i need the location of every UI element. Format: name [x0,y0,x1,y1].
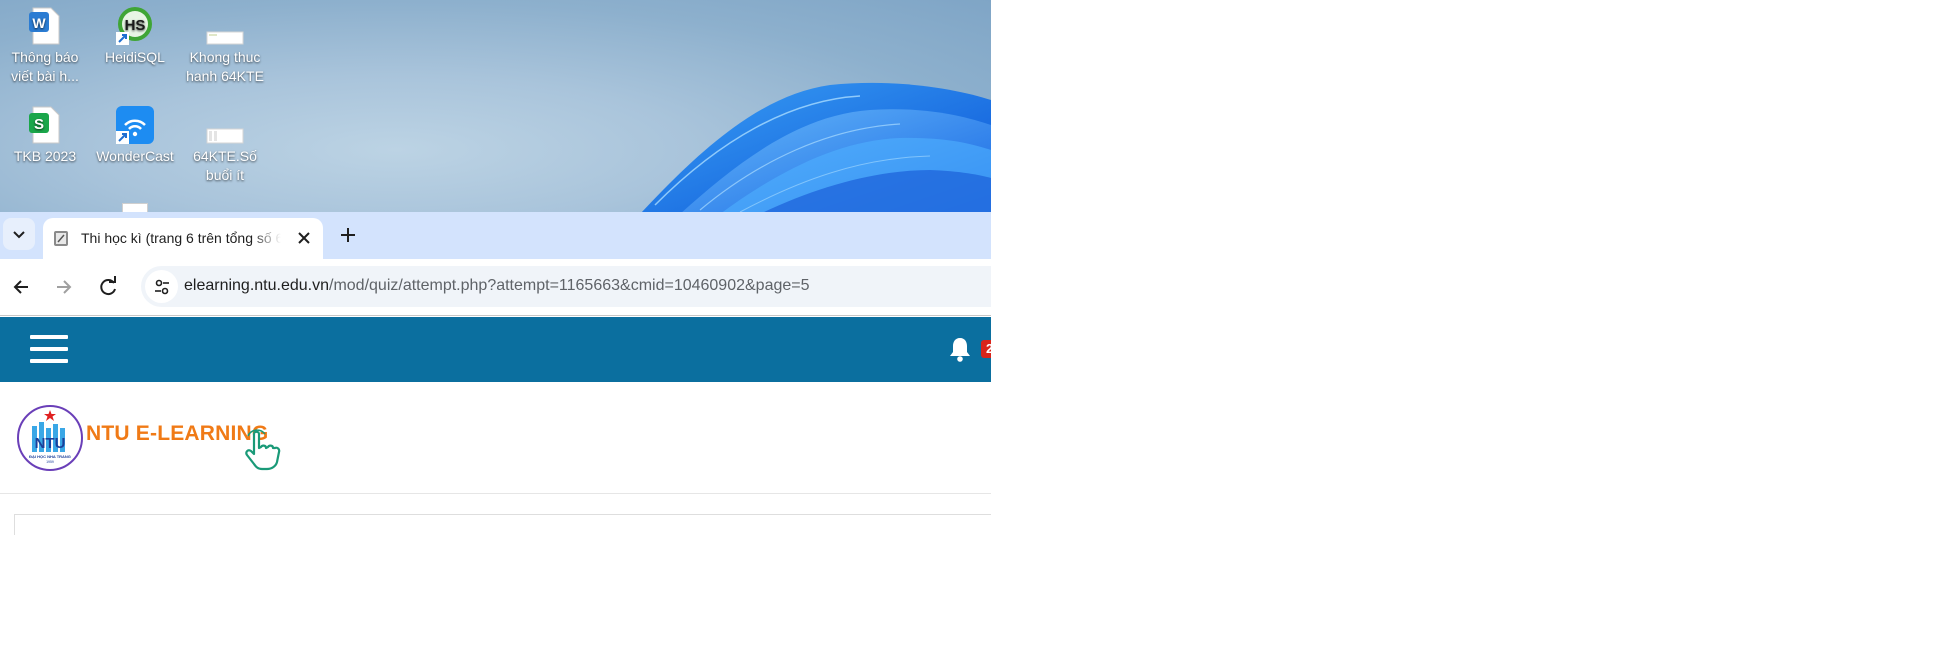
browser-toolbar: elearning.ntu.edu.vn/mod/quiz/attempt.ph… [0,259,991,315]
desktop-icon-label: HeidiSQL [105,49,165,65]
forward-arrow-icon[interactable] [50,273,78,301]
desktop-icon-tkb-2023[interactable]: S TKB 2023 [0,101,90,166]
bell-icon[interactable] [948,336,972,362]
desktop-icon-label: 64KTE.Số buổi ít [193,148,257,183]
spreadsheet-thumbnail-icon [205,105,245,145]
desktop-icon-khong-thuc-hanh[interactable]: Khong thuc hanh 64KTE [180,2,270,86]
logo-text: NTU [35,435,66,452]
desktop-background: W Thông báo viết bài h... HS HeidiSQL Kh… [0,0,991,214]
tab-search-button[interactable] [3,218,35,250]
wondercast-icon [115,105,155,145]
desktop-icon-heidisql[interactable]: HS HeidiSQL [90,2,180,67]
desktop-icon-label: WonderCast [96,148,174,164]
desktop-icon-wondercast[interactable]: WonderCast [90,101,180,166]
close-icon[interactable] [295,229,313,247]
svg-text:HS: HS [125,17,146,34]
tab-strip: Thi học kì (trang 6 trên tổng số 6) [0,212,991,259]
moodle-quiz-icon [54,231,68,246]
spreadsheet-s-icon: S [25,105,65,145]
desktop-icon-thong-bao[interactable]: W Thông báo viết bài h... [0,2,90,86]
tab-title: Thi học kì (trang 6 trên tổng số 6) [81,230,281,246]
tune-icon [154,279,169,294]
back-arrow-icon[interactable] [7,273,35,301]
spreadsheet-thumbnail-icon [205,6,245,46]
svg-text:S: S [34,116,44,133]
site-info-button[interactable] [145,270,178,303]
browser-window: Thi học kì (trang 6 trên tổng số 6) elea… [0,212,991,652]
logo-year: 1959 [46,460,54,464]
desktop-icon-label: Khong thuc hanh 64KTE [186,49,264,84]
reload-icon[interactable] [94,273,122,301]
tab-active[interactable]: Thi học kì (trang 6 trên tổng số 6) [43,218,323,259]
site-navbar: 2 [0,317,991,382]
new-tab-icon[interactable] [336,223,360,247]
heidisql-icon: HS [115,6,155,46]
url-path: /mod/quiz/attempt.php?attempt=1165663&cm… [329,277,810,294]
word-document-icon: W [25,6,65,46]
logo-subtext: ĐẠI HỌC NHA TRANG [29,454,71,459]
pointing-hand-icon [245,429,281,471]
url-host: elearning.ntu.edu.vn [184,277,329,294]
content-card [14,514,991,535]
notification-badge: 2 [981,340,991,358]
svg-text:W: W [32,15,46,31]
chevron-down-icon [13,231,25,239]
toolbar-divider [0,315,991,316]
address-bar[interactable]: elearning.ntu.edu.vn/mod/quiz/attempt.ph… [141,266,991,307]
url-text[interactable]: elearning.ntu.edu.vn/mod/quiz/attempt.ph… [184,277,810,295]
menu-icon[interactable] [30,335,68,365]
desktop-icon-label: Thông báo viết bài h... [11,49,79,84]
ntu-logo[interactable]: NTU ĐẠI HỌC NHA TRANG 1959 [16,404,84,472]
desktop-icon-label: TKB 2023 [13,148,77,164]
site-header: NTU ĐẠI HỌC NHA TRANG 1959 NTU E-LEARNIN… [0,382,991,494]
desktop-icon-64kte[interactable]: 64KTE.Số buổi ít [180,101,270,185]
